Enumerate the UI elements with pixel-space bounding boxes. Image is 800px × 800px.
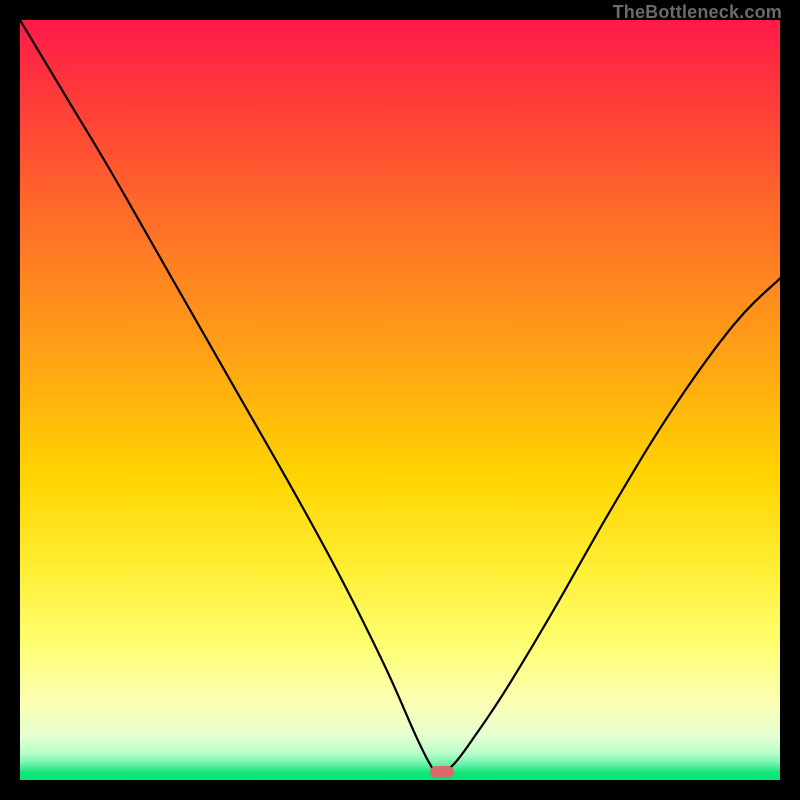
optimum-marker [430,766,454,778]
plot-area [20,20,780,780]
chart-frame: TheBottleneck.com [0,0,800,800]
bottleneck-curve [20,20,780,780]
